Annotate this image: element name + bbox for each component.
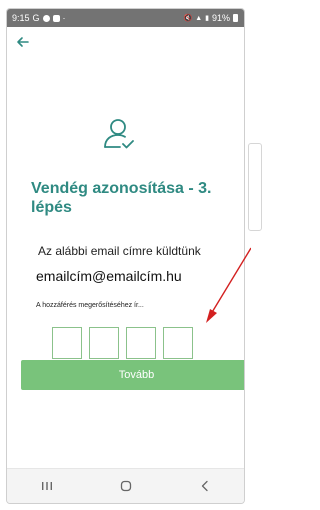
email-address: emailcím@emailcím.hu (36, 268, 182, 284)
wifi-icon: ▲ (195, 14, 203, 22)
home-button[interactable] (116, 476, 136, 496)
instruction-text: Az alábbi email címre küldtünk (38, 244, 201, 258)
side-tooltip-card (248, 143, 262, 231)
back-chevron-icon (201, 480, 208, 492)
page-title: Vendég azonosítása - 3. lépés (31, 180, 212, 216)
status-right: 🔇 ▲ ▮ 91% (183, 13, 238, 23)
status-left: 9:15 G · (12, 13, 66, 23)
code-digit-3[interactable] (126, 327, 156, 359)
continue-button[interactable]: Tovább (21, 360, 244, 390)
signal-icon: ▮ (205, 15, 209, 22)
dot-icon: · (62, 13, 66, 23)
mute-icon: 🔇 (183, 15, 193, 22)
android-nav-bar (7, 468, 244, 503)
recent-apps-button[interactable] (37, 476, 57, 496)
phone-screen: 9:15 G · 🔇 ▲ ▮ 91% Vendég azonosítása - … (6, 8, 245, 504)
notification-icon (42, 14, 50, 22)
status-time: 9:15 (12, 13, 30, 23)
code-digit-1[interactable] (52, 327, 82, 359)
status-bar: 9:15 G · 🔇 ▲ ▮ 91% (7, 9, 244, 27)
home-icon (120, 480, 131, 492)
status-carrier: G (32, 13, 40, 23)
back-button[interactable] (195, 476, 215, 496)
battery-icon (233, 14, 238, 22)
gallery-icon (52, 14, 60, 22)
back-arrow-icon[interactable] (16, 35, 30, 49)
code-digit-4[interactable] (163, 327, 193, 359)
recent-apps-icon (41, 482, 52, 490)
confirmation-hint: A hozzáférés megerősítéséhez ír... (36, 302, 144, 309)
code-digit-2[interactable] (89, 327, 119, 359)
verification-code-input (52, 327, 193, 359)
user-check-icon (104, 119, 134, 149)
battery-percent: 91% (211, 13, 230, 23)
